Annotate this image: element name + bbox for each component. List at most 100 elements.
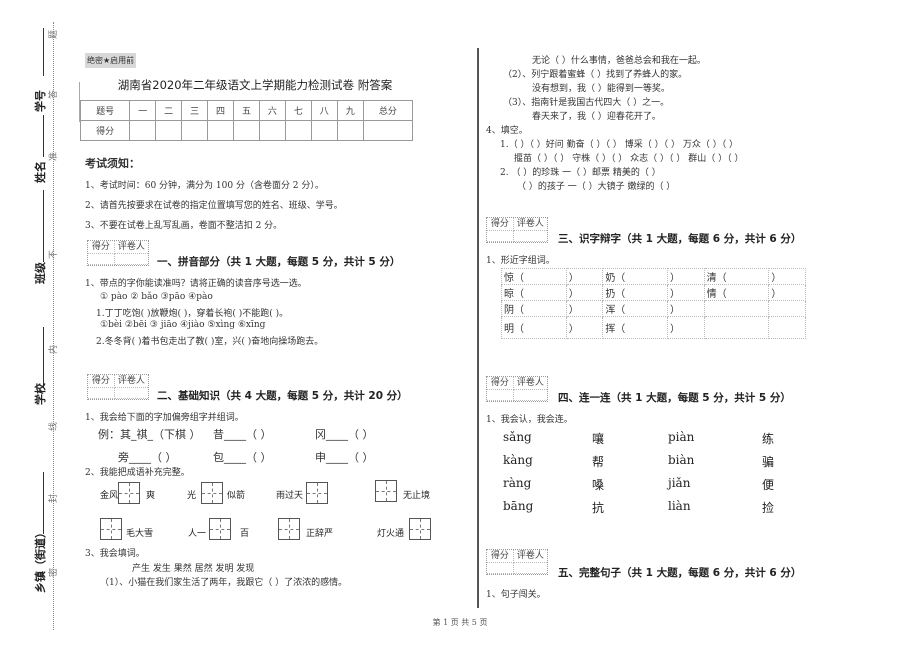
column-divider [477,48,479,608]
question-text: 1、我会给下面的字加偏旁组字并组词。 [85,413,244,423]
radical-item: 例：其_祺_（下棋 ） [98,428,201,441]
character-item[interactable]: 便 [762,476,774,493]
table-cell[interactable]: ） [667,284,705,301]
scorebox-grader-label: 评卷人 [114,241,148,254]
scorebox-grader-input[interactable] [513,231,547,242]
score-input-cell[interactable] [362,120,414,141]
scorebox-grader-input[interactable] [513,390,547,401]
scorebox-grader-label: 评卷人 [513,377,547,390]
table-cell [703,316,770,339]
character-item[interactable]: 帮 [592,453,604,470]
score-table-cell: 九 [336,100,364,121]
table-cell[interactable]: ） [667,268,705,285]
score-input-cell[interactable] [258,120,286,141]
score-table-cell: 总分 [362,100,414,121]
name-underline [43,115,44,157]
table-cell: 清（ [703,268,770,285]
table-cell[interactable]: ） [667,300,705,317]
table-row: 晾（ ） 扔（ ） 情（ ） [501,284,806,301]
character-item[interactable]: 嗓 [592,476,604,493]
section-scorebox: 得分 评卷人 [87,240,149,266]
pinyin-item[interactable]: liàn [668,499,691,513]
character-item[interactable]: 练 [762,430,774,447]
question-text: 1、我会认，我会连。 [486,415,573,425]
score-input-cell[interactable] [181,120,209,141]
score-input-cell[interactable] [284,120,312,141]
tianzige-box[interactable] [306,482,328,504]
scorebox-score-input[interactable] [88,254,115,265]
sentence-text: （2）、列宁跟着蜜蜂（ ）找到了养蜂人的家。 [503,70,688,80]
table-cell [703,300,770,317]
scorebox-score-label: 得分 [487,550,514,563]
score-input-cell[interactable] [207,120,234,141]
score-input-cell[interactable] [310,120,338,141]
idiom-prefix: 灯火通 [377,529,405,539]
pinyin-item[interactable]: bāng [503,499,533,513]
sentence-text: 没有想到，我（ ）能得到一等奖。 [532,84,670,94]
sentence-text: 无论（ ）什么事情，爸爸总会和我在一起。 [532,56,706,66]
section-title: 四、连一连（共 1 大题，每题 5 分，共计 5 分） [558,392,791,404]
table-cell[interactable]: ） [768,284,806,301]
options-text: ① pào ② bǎo ③pāo ④pào [100,292,213,302]
score-input-cell[interactable] [129,120,157,141]
radical-item: 冈____（ ） [315,428,374,441]
table-cell[interactable]: ） [565,300,604,317]
idiom-prefix: 人一 [188,529,207,539]
tianzige-box[interactable] [409,518,431,540]
score-input-cell[interactable] [155,120,183,141]
score-table-cell: 八 [310,100,338,121]
notice-item: 1、考试时间：60 分钟，满分为 100 分（含卷面分 2 分）。 [85,181,324,191]
table-cell[interactable]: ） [565,268,604,285]
scorebox-grader-label: 评卷人 [513,550,547,563]
section-scorebox: 得分 评卷人 [486,217,548,243]
scorebox-grader-input[interactable] [114,254,148,265]
character-item[interactable]: 捡 [762,499,774,516]
scorebox-grader-input[interactable] [114,388,148,399]
seal-char: 题 [49,29,60,40]
table-cell: 扔（ [602,284,669,301]
score-table-cell: 二 [155,100,183,121]
table-cell[interactable]: ） [768,268,806,285]
table-cell[interactable]: ） [667,316,705,339]
tianzige-box[interactable] [100,518,122,540]
scorebox-grader-input[interactable] [513,563,547,574]
score-input-cell[interactable] [336,120,364,141]
pinyin-item[interactable]: jiǎn [668,476,690,490]
table-cell[interactable]: ） [565,316,604,339]
score-input-cell[interactable] [233,120,260,141]
fill-blank-row: （ ）的孩子 一（ ）大镜子 嫩绿的（ ） [517,182,676,192]
pinyin-item[interactable]: sǎng [503,430,532,444]
sentence-text: （3）、指南针是我国古代四大（ ）之一。 [503,98,670,108]
tianzige-box[interactable] [375,480,397,502]
scorebox-score-input[interactable] [487,231,514,242]
idiom-suffix: 无止境 [403,491,431,501]
scorebox-score-input[interactable] [88,388,115,399]
class-underline [43,190,44,262]
radical-item: 申____（ ） [315,451,374,464]
scorebox-score-input[interactable] [487,563,514,574]
tianzige-box[interactable] [209,518,231,540]
table-cell [768,316,806,339]
character-item[interactable]: 抗 [592,499,604,516]
scorebox-score-label: 得分 [88,375,115,388]
town-label: 乡镇（街道） [34,527,47,593]
pinyin-item[interactable]: ràng [503,476,531,490]
character-item[interactable]: 嚷 [592,430,604,447]
tianzige-box[interactable] [278,518,300,540]
tianzige-box[interactable] [201,482,223,504]
seal-char: 内 [49,344,60,355]
table-row: 明（ ） 挥（ ） [501,316,806,339]
pinyin-item[interactable]: kàng [503,453,533,467]
tianzige-box[interactable] [118,482,140,504]
pinyin-item[interactable]: piàn [668,430,694,444]
radical-item: 包____（ ） [213,451,272,464]
scorebox-score-input[interactable] [487,390,514,401]
pinyin-item[interactable]: biàn [668,453,694,467]
notice-item: 2、请首先按要求在试卷的指定位置填写您的姓名、班级、学号。 [85,201,343,211]
character-item[interactable]: 骗 [762,453,774,470]
options-text: ①bèi ②bēi ③ jiāo ④jiào ⑤xìng ⑥xīng [100,320,266,330]
table-cell[interactable]: ） [565,284,604,301]
school-label: 学校 [34,383,47,405]
sentence-text: 春天来了，我（ ）迎春花开了。 [532,112,661,122]
secret-tag: 绝密★启用前 [85,53,137,68]
